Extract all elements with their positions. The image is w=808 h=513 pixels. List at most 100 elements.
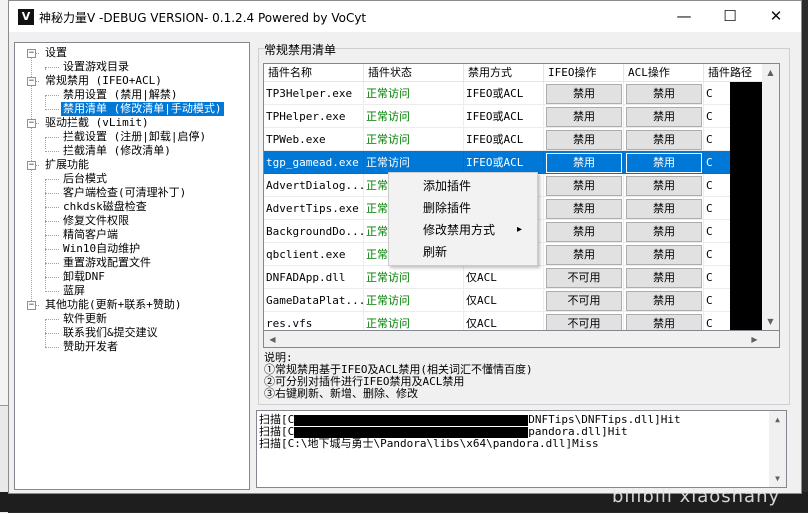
table-row[interactable]: DNFADApp.dll 正常访问 仅ACL 不可用 禁用 C — [264, 266, 764, 289]
cell-ifeo: 禁用 — [544, 243, 624, 266]
tree-item[interactable]: 赞助开发者 — [61, 340, 120, 354]
tree-item[interactable]: 其他功能(更新+联系+赞助) — [43, 298, 184, 312]
acl-action-button[interactable]: 禁用 — [626, 153, 702, 173]
acl-action-button[interactable]: 禁用 — [626, 245, 702, 265]
ifeo-action-button[interactable]: 不可用 — [546, 314, 622, 330]
scroll-up-icon[interactable]: ▲ — [762, 64, 779, 81]
minimize-button[interactable]: — — [661, 1, 707, 32]
vertical-scrollbar[interactable]: ▲ ▼ — [762, 64, 779, 330]
cell-status: 正常访问 — [364, 128, 464, 151]
maximize-button[interactable]: ☐ — [707, 1, 753, 32]
cell-acl: 禁用 — [624, 197, 704, 220]
tree-item[interactable]: 常规禁用 (IFEO+ACL) — [43, 74, 164, 88]
notes-line: ③右键刷新、新增、删除、修改 — [264, 387, 418, 400]
acl-action-button[interactable]: 禁用 — [626, 176, 702, 196]
scroll-left-icon[interactable]: ◀ — [264, 331, 281, 348]
tree-connector-line — [45, 95, 59, 96]
cell-ifeo: 不可用 — [544, 266, 624, 289]
table-row[interactable]: TPHelper.exe 正常访问 IFEO或ACL 禁用 禁用 C — [264, 105, 764, 128]
scroll-up-icon[interactable]: ▲ — [769, 411, 786, 428]
ifeo-action-button[interactable]: 禁用 — [546, 107, 622, 127]
table-row[interactable]: tgp_gamead.exe 正常访问 IFEO或ACL 禁用 禁用 C — [264, 151, 764, 174]
cell-status: 正常访问 — [364, 105, 464, 128]
acl-action-button[interactable]: 禁用 — [626, 314, 702, 330]
ifeo-action-button[interactable]: 不可用 — [546, 268, 622, 288]
tree-connector-line — [45, 249, 59, 250]
tree-connector-line — [45, 263, 59, 264]
scroll-right-icon[interactable]: ▶ — [746, 331, 763, 348]
tree-item[interactable]: 后台模式 — [61, 172, 109, 186]
acl-action-button[interactable]: 禁用 — [626, 130, 702, 150]
table-row[interactable]: GameDataPlat... 正常访问 仅ACL 不可用 禁用 C — [264, 289, 764, 312]
acl-action-button[interactable]: 禁用 — [626, 84, 702, 104]
table-row[interactable]: TP3Helper.exe 正常访问 IFEO或ACL 禁用 禁用 C — [264, 82, 764, 105]
horizontal-scrollbar[interactable]: ◀ ▶ — [263, 331, 780, 348]
tree-item[interactable]: 拦截清单 (修改清单) — [61, 144, 173, 158]
table-row[interactable]: TPWeb.exe 正常访问 IFEO或ACL 禁用 禁用 C — [264, 128, 764, 151]
tree-item[interactable]: 卸载DNF — [61, 270, 107, 284]
tree-item[interactable]: 软件更新 — [61, 312, 109, 326]
tree-item[interactable]: chkdsk磁盘检查 — [61, 200, 149, 214]
column-header-ifeo[interactable]: IFEO操作 — [544, 64, 624, 82]
ifeo-action-button[interactable]: 禁用 — [546, 84, 622, 104]
cell-mode: IFEO或ACL — [464, 105, 544, 128]
column-header-acl[interactable]: ACL操作 — [624, 64, 704, 82]
column-header-mode[interactable]: 禁用方式 — [464, 64, 544, 82]
menu-item-change-mode[interactable]: 修改禁用方式 ▸ — [389, 219, 535, 241]
column-header-status[interactable]: 插件状态 — [364, 64, 464, 82]
cell-acl: 禁用 — [624, 174, 704, 197]
acl-action-button[interactable]: 禁用 — [626, 199, 702, 219]
collapse-icon[interactable]: − — [27, 119, 36, 128]
scroll-down-icon[interactable]: ▼ — [762, 313, 779, 330]
cell-acl: 禁用 — [624, 312, 704, 330]
tree-item[interactable]: 联系我们&提交建议 — [61, 326, 160, 340]
log-output[interactable]: 扫描[C DNFTips\DNFTips.dll]Hit 扫描[C pandora.… — [256, 410, 787, 488]
tree-item[interactable]: 设置游戏目录 — [61, 60, 131, 74]
ifeo-action-button[interactable]: 禁用 — [546, 245, 622, 265]
acl-action-button[interactable]: 禁用 — [626, 291, 702, 311]
acl-action-button[interactable]: 禁用 — [626, 107, 702, 127]
tree-item[interactable]: 驱动拦截 (vLimit) — [43, 116, 151, 130]
collapse-icon[interactable]: − — [27, 301, 36, 310]
tree-item[interactable]: 修复文件权限 — [61, 214, 131, 228]
navigation-tree[interactable]: 设置 − 设置游戏目录 常规禁用 (IFEO+ACL) − 禁用设置 (禁用|解禁) 禁用清… — [14, 42, 250, 490]
tree-item[interactable]: 设置 — [43, 46, 69, 60]
cell-name: TP3Helper.exe — [264, 82, 364, 105]
title-bar[interactable]: V 神秘力量V -DEBUG VERSION- 0.1.2.4 Powered … — [9, 1, 801, 32]
tree-item[interactable]: 精简客户端 — [61, 228, 120, 242]
menu-item-add-plugin[interactable]: 添加插件 — [389, 175, 535, 197]
ifeo-action-button[interactable]: 禁用 — [546, 199, 622, 219]
ifeo-action-button[interactable]: 禁用 — [546, 176, 622, 196]
menu-item-refresh[interactable]: 刷新 — [389, 241, 535, 263]
tree-item[interactable]: 客户端检查(可清理补丁) — [61, 186, 188, 200]
tree-connector-line — [45, 67, 59, 68]
tree-item[interactable]: 重置游戏配置文件 — [61, 256, 153, 270]
log-scrollbar[interactable]: ▲ ▼ — [769, 411, 786, 487]
column-header-path[interactable]: 插件路径 — [704, 64, 764, 82]
scroll-down-icon[interactable]: ▼ — [769, 470, 786, 487]
cell-name: AdvertTips.exe — [264, 197, 364, 220]
close-button[interactable]: ✕ — [753, 1, 799, 32]
acl-action-button[interactable]: 禁用 — [626, 268, 702, 288]
tree-connector-line — [45, 333, 59, 334]
table-row[interactable]: res.vfs 正常访问 仅ACL 不可用 禁用 C — [264, 312, 764, 330]
ifeo-action-button[interactable]: 不可用 — [546, 291, 622, 311]
collapse-icon[interactable]: − — [27, 49, 36, 58]
collapse-icon[interactable]: − — [27, 161, 36, 170]
tree-item[interactable]: 禁用清单 (修改清单|手动模式) — [60, 101, 225, 117]
acl-action-button[interactable]: 禁用 — [626, 222, 702, 242]
tree-item[interactable]: 扩展功能 — [43, 158, 91, 172]
tree-item[interactable]: Win10自动维护 — [61, 242, 142, 256]
ifeo-action-button[interactable]: 禁用 — [546, 130, 622, 150]
collapse-icon[interactable]: − — [27, 77, 36, 86]
tree-item[interactable]: 蓝屏 — [61, 284, 87, 298]
ifeo-action-button[interactable]: 禁用 — [546, 222, 622, 242]
menu-item-delete-plugin[interactable]: 删除插件 — [389, 197, 535, 219]
ifeo-action-button[interactable]: 禁用 — [546, 153, 622, 173]
tree-item[interactable]: 拦截设置 (注册|卸载|启停) — [61, 130, 208, 144]
tree-item[interactable]: 禁用设置 (禁用|解禁) — [61, 88, 180, 102]
cell-name: DNFADApp.dll — [264, 266, 364, 289]
column-header-name[interactable]: 插件名称 — [264, 64, 364, 82]
cell-name: GameDataPlat... — [264, 289, 364, 312]
tree-connector-line — [45, 137, 59, 138]
